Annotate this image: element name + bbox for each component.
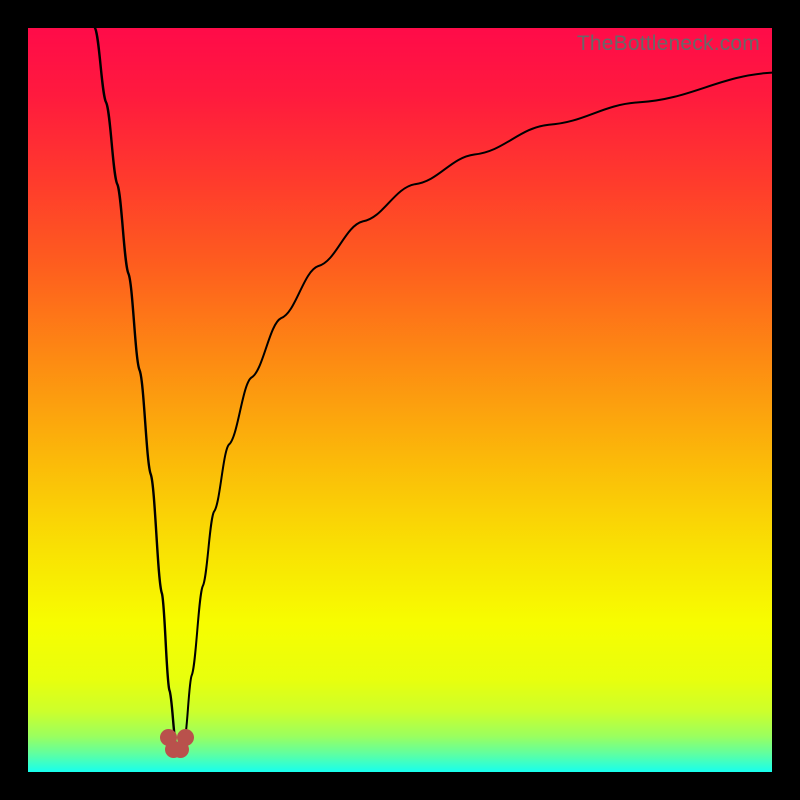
curve-right-branch (177, 73, 772, 750)
plot-area: TheBottleneck.com (28, 28, 772, 772)
curve-left-branch (95, 28, 177, 750)
chart-frame: TheBottleneck.com (0, 0, 800, 800)
bottleneck-curve (28, 28, 772, 772)
